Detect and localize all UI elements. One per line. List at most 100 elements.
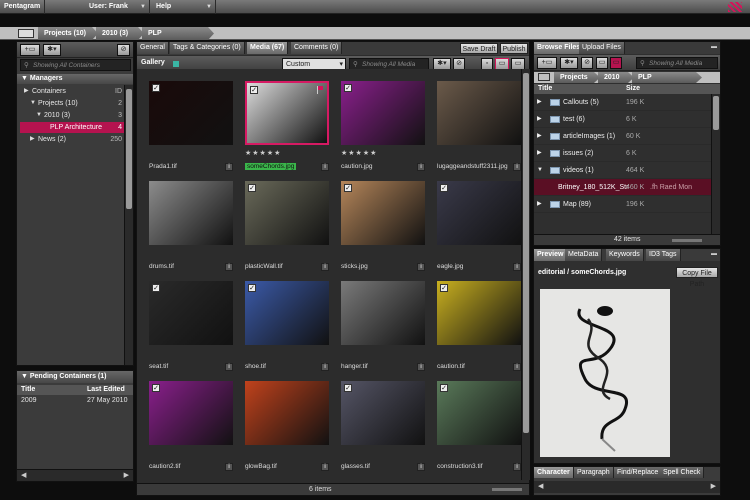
rating-stars[interactable]: ★★★★★	[245, 149, 281, 157]
managers-header[interactable]: ▼ Managers	[17, 74, 133, 84]
expand-down-icon[interactable]: ▼	[36, 110, 42, 121]
tab-preview[interactable]: Preview	[534, 249, 568, 261]
tab-metadata[interactable]: MetaData	[565, 249, 603, 261]
scroll-thumb[interactable]	[713, 96, 719, 130]
tab-tags-categories[interactable]: Tags & Categories (0)	[170, 42, 245, 54]
info-icon[interactable]: i	[417, 463, 425, 471]
info-icon[interactable]: i	[321, 163, 329, 171]
tab-paragraph[interactable]: Paragraph	[574, 467, 614, 478]
menu-help[interactable]: Help ▼	[152, 0, 216, 14]
breadcrumb-item[interactable]: Projects (10)	[554, 72, 600, 83]
media-item[interactable]: ✓ sticks.jpg i	[335, 179, 431, 279]
media-item[interactable]: ✓ seat.tif i	[143, 279, 239, 379]
media-item[interactable]: ✓ eagle.jpg i	[431, 179, 527, 279]
copy-file-path-button[interactable]: Copy File Path	[676, 267, 718, 288]
list-item[interactable]: ▼ videos (1) 464 K	[534, 162, 711, 179]
expand-right-icon[interactable]: ▶	[24, 86, 29, 97]
breadcrumb-item[interactable]: Projects (10)	[38, 27, 98, 40]
expand-down-icon[interactable]: ▼	[30, 98, 36, 109]
media-thumbnail[interactable]	[245, 381, 329, 445]
info-icon[interactable]: i	[225, 263, 233, 271]
breadcrumb-item[interactable]: PLP Architecture	[632, 72, 702, 83]
expand-right-icon[interactable]: ▶	[30, 134, 35, 145]
tab-upload-files[interactable]: Upload Files	[579, 42, 625, 54]
list-item[interactable]: ▶ Callouts (5) 196 K	[534, 94, 711, 111]
tree-item[interactable]: ▶ News (2) 250	[20, 134, 124, 145]
checkbox-icon[interactable]: ✓	[152, 384, 160, 392]
breadcrumb-item[interactable]: PLP Architecture	[142, 27, 214, 40]
tab-find-replace[interactable]: Find/Replace	[614, 467, 663, 478]
info-icon[interactable]: i	[513, 263, 521, 271]
media-item[interactable]: ✓ glasses.tif i	[335, 379, 431, 479]
browse-search-input[interactable]: ⚲ Showing All Media	[636, 57, 718, 69]
rating-stars[interactable]: ★★★★★	[341, 149, 377, 157]
scroll-left-icon[interactable]: ◀	[538, 482, 543, 490]
media-thumbnail[interactable]: ✓	[245, 281, 329, 345]
media-thumbnail[interactable]: ✓	[437, 181, 521, 245]
checkbox-icon[interactable]: ✓	[440, 184, 448, 192]
media-thumbnail[interactable]: ✓	[437, 381, 521, 445]
checkbox-icon[interactable]: ✓	[344, 384, 352, 392]
media-item[interactable]: ✓ caution.tif i	[431, 279, 527, 379]
info-icon[interactable]: i	[513, 463, 521, 471]
breadcrumb-item[interactable]: 2010 (3)	[598, 72, 634, 83]
media-thumbnail[interactable]: ✓	[149, 381, 233, 445]
tree-item[interactable]: ▼ Projects (10) 2	[20, 98, 124, 109]
collapse-icon[interactable]: ▬	[711, 251, 717, 257]
media-thumbnail[interactable]: ✓	[437, 281, 521, 345]
media-item[interactable]: glowBag.tif i	[239, 379, 335, 479]
menu-user[interactable]: User: Frank ▼	[85, 0, 150, 14]
color-swatch[interactable]	[173, 61, 179, 67]
expand-right-icon[interactable]: ▶	[537, 94, 542, 111]
list-item[interactable]: Britney_180_512K_Str 460 K .fh Raed Mon	[534, 179, 711, 196]
gear-icon[interactable]: ✱▾	[43, 44, 61, 56]
media-item[interactable]: ✓ ★★★★★ caution.jpg i	[335, 79, 431, 179]
scroll-right-icon[interactable]: ▶	[711, 482, 716, 490]
expand-right-icon[interactable]: ▶	[537, 196, 542, 213]
view-thumb-icon[interactable]: ▭	[610, 57, 622, 69]
list-item[interactable]: ▶ issues (2) 6 K	[534, 145, 711, 162]
info-icon[interactable]: i	[417, 263, 425, 271]
media-thumbnail[interactable]	[341, 281, 425, 345]
add-folder-button[interactable]: +▭	[537, 57, 557, 69]
expand-down-icon[interactable]: ▼	[537, 162, 543, 179]
media-thumbnail[interactable]: ✓	[149, 281, 233, 345]
info-icon[interactable]: i	[225, 463, 233, 471]
tree-item[interactable]: ▶ Containers ID	[20, 86, 124, 97]
media-item[interactable]: ✓ plasticWall.tif i	[239, 179, 335, 279]
list-item[interactable]: ▶ Map (89) 196 K	[534, 196, 711, 213]
cancel-icon[interactable]: ⊘	[117, 44, 130, 56]
media-item[interactable]: ✓ Prada1.tif i	[143, 79, 239, 179]
expand-right-icon[interactable]: ▶	[537, 111, 542, 128]
checkbox-icon[interactable]: ✓	[152, 84, 160, 92]
containers-search-input[interactable]: ⚲ Showing All Containers	[20, 59, 131, 71]
info-icon[interactable]: i	[513, 363, 521, 371]
checkbox-icon[interactable]: ✓	[248, 184, 256, 192]
tree-item[interactable]: ▼ 2010 (3) 3	[20, 110, 124, 121]
expand-right-icon[interactable]: ▶	[537, 128, 542, 145]
tree-scrollbar[interactable]	[124, 85, 133, 365]
tab-spell-check[interactable]: Spell Check	[660, 467, 705, 478]
media-thumbnail[interactable]	[437, 81, 521, 145]
media-thumbnail[interactable]: ✓	[245, 81, 329, 145]
pending-header[interactable]: ▼ Pending Containers (1)	[17, 371, 133, 383]
media-item[interactable]: hanger.tif i	[335, 279, 431, 379]
tab-media[interactable]: Media (67)	[247, 42, 289, 54]
tab-character[interactable]: Character	[534, 467, 574, 478]
checkbox-icon[interactable]: ✓	[152, 284, 160, 292]
breadcrumb-item[interactable]: 2010 (3)	[96, 27, 144, 40]
flag-icon[interactable]	[317, 86, 323, 94]
scroll-thumb[interactable]	[126, 89, 132, 209]
media-item[interactable]: ✓ construction3.tif i	[431, 379, 527, 479]
publish-button[interactable]: Publish	[500, 43, 528, 54]
info-icon[interactable]: i	[321, 463, 329, 471]
media-item[interactable]: ✓ ★★★★★ someChords.jpg i	[239, 79, 335, 179]
media-item[interactable]: ✓ shoe.tif i	[239, 279, 335, 379]
info-icon[interactable]: i	[513, 163, 521, 171]
info-icon[interactable]: i	[321, 263, 329, 271]
list-item[interactable]: ▶ test (6) 6 K	[534, 111, 711, 128]
list-item[interactable]: ▶ articleImages (1) 60 K	[534, 128, 711, 145]
tab-general[interactable]: General	[137, 42, 169, 54]
checkbox-icon[interactable]: ✓	[344, 84, 352, 92]
checkbox-icon[interactable]: ✓	[344, 184, 352, 192]
